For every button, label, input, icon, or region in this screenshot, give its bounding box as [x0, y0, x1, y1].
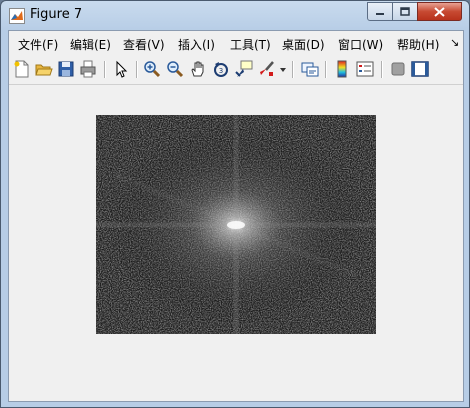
menu-insert[interactable]: 插入(I)	[178, 36, 215, 53]
link-plot-icon[interactable]	[301, 60, 319, 78]
close-button[interactable]	[417, 2, 462, 21]
brush-icon[interactable]	[258, 60, 276, 78]
figure-toolbar: 3	[9, 56, 463, 85]
show-plot-tools-icon[interactable]	[411, 60, 429, 78]
fft-spectrum-image[interactable]	[96, 115, 376, 334]
zoom-out-icon[interactable]	[166, 60, 184, 78]
edit-plot-arrow-icon[interactable]	[112, 60, 130, 78]
figure-window: Figure 7 文件(F) 编辑(E) 查看(V) 插入(I) 工具(T) 桌…	[0, 0, 470, 408]
toolbar-separator	[104, 61, 106, 78]
menu-overflow-arrow-icon[interactable]: ↘	[450, 36, 459, 49]
hide-plot-tools-icon[interactable]	[389, 60, 407, 78]
brush-dropdown-icon[interactable]	[279, 60, 287, 78]
zoom-in-icon[interactable]	[143, 60, 161, 78]
insert-legend-icon[interactable]	[356, 60, 374, 78]
menu-help[interactable]: 帮助(H)	[397, 36, 439, 53]
insert-colorbar-icon[interactable]	[333, 60, 351, 78]
toolbar-separator	[325, 61, 327, 78]
minimize-button[interactable]	[367, 2, 393, 21]
toolbar-separator	[381, 61, 383, 78]
menu-view[interactable]: 查看(V)	[123, 36, 165, 53]
rotate-3d-icon[interactable]: 3	[212, 60, 230, 78]
menu-window[interactable]: 窗口(W)	[338, 36, 383, 53]
menu-desktop[interactable]: 桌面(D)	[282, 36, 325, 53]
maximize-icon	[400, 7, 410, 16]
close-icon	[434, 6, 445, 17]
toolbar-separator	[292, 61, 294, 78]
menu-tools[interactable]: 工具(T)	[230, 36, 271, 53]
window-title: Figure 7	[30, 7, 83, 22]
data-cursor-icon[interactable]	[235, 60, 253, 78]
print-icon[interactable]	[79, 60, 97, 78]
svg-text:3: 3	[219, 67, 223, 75]
open-file-icon[interactable]	[35, 60, 53, 78]
toolbar-separator	[136, 61, 138, 78]
new-figure-icon[interactable]	[13, 60, 31, 78]
menu-bar: 文件(F) 编辑(E) 查看(V) 插入(I) 工具(T) 桌面(D) 窗口(W…	[9, 31, 463, 55]
save-icon[interactable]	[57, 60, 75, 78]
maximize-button[interactable]	[392, 2, 418, 21]
matlab-app-icon	[9, 8, 25, 24]
pan-hand-icon[interactable]	[189, 60, 207, 78]
title-bar[interactable]: Figure 7	[1, 1, 469, 29]
menu-file[interactable]: 文件(F)	[18, 36, 58, 53]
window-client-area: 文件(F) 编辑(E) 查看(V) 插入(I) 工具(T) 桌面(D) 窗口(W…	[8, 30, 464, 402]
figure-canvas[interactable]	[9, 85, 463, 401]
menu-edit[interactable]: 编辑(E)	[70, 36, 111, 53]
minimize-icon	[376, 12, 384, 15]
